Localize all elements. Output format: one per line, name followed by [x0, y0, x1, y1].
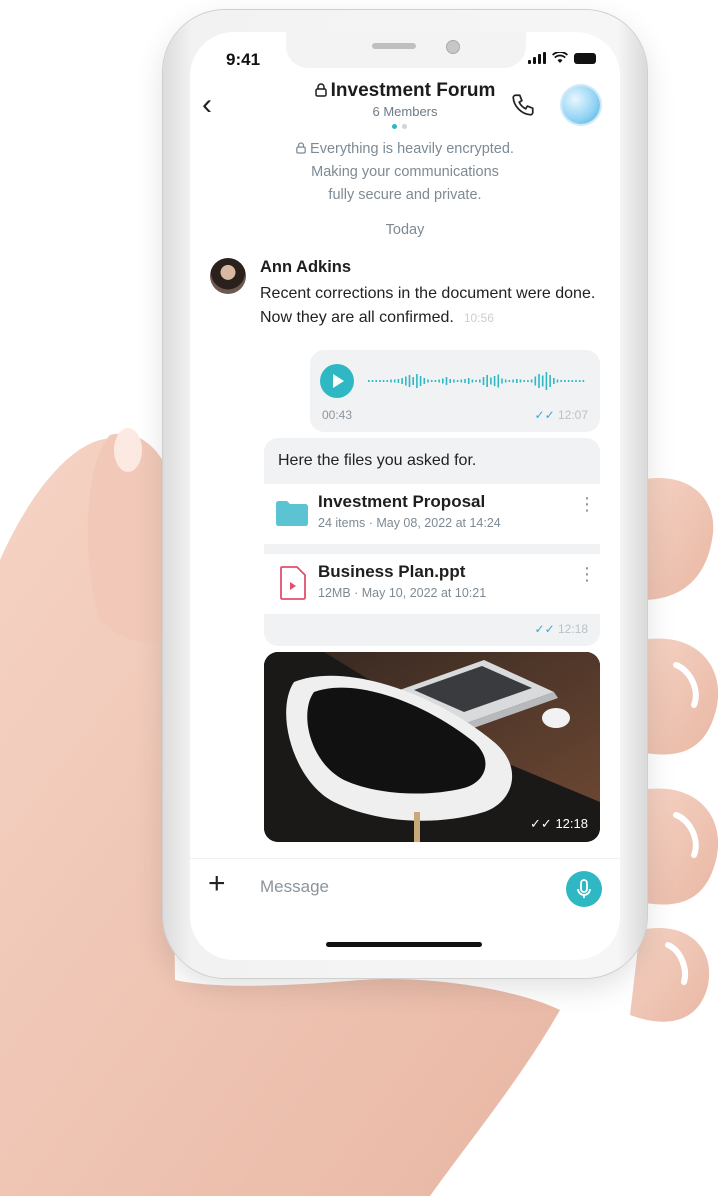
front-camera	[446, 40, 460, 54]
files-time: ✓✓ 12:18	[535, 622, 588, 636]
message-composer: + Message	[190, 858, 620, 917]
message-body: Recent corrections in the document were …	[260, 285, 596, 326]
more-options-icon[interactable]: ⋮	[578, 565, 596, 583]
voice-message[interactable]: 00:43 ✓✓ 12:07	[310, 350, 600, 432]
speaker-grille	[372, 43, 416, 49]
message-input[interactable]: Message	[260, 877, 329, 897]
photo-message[interactable]: ✓✓ 12:18	[264, 652, 600, 842]
voice-time: ✓✓ 12:07	[535, 408, 588, 422]
member-count: 6 Members	[372, 104, 438, 119]
microphone-icon	[577, 879, 591, 898]
file-meta: 24 items · May 08, 2022 at 14:24	[318, 516, 501, 530]
photo-time-text: 12:18	[555, 816, 588, 831]
avatar[interactable]	[210, 258, 246, 294]
lock-icon	[314, 83, 327, 97]
status-icons	[528, 52, 596, 64]
notch	[286, 32, 526, 68]
more-options-icon[interactable]: ⋮	[578, 495, 596, 513]
photo-time: ✓✓ 12:18	[530, 816, 588, 832]
encryption-line-2: Making your communications	[311, 164, 499, 180]
file-item[interactable]: Investment Proposal 24 items · May 08, 2…	[264, 484, 600, 544]
files-caption: Here the files you asked for.	[278, 452, 477, 469]
voice-duration: 00:43	[322, 408, 353, 422]
battery-icon	[574, 53, 596, 64]
add-attachment-icon[interactable]: +	[208, 867, 226, 901]
microphone-button[interactable]	[566, 871, 602, 907]
signal-icon	[528, 52, 546, 64]
waveform	[368, 372, 585, 390]
file-name: Business Plan.ppt	[318, 562, 466, 581]
group-avatar[interactable]	[562, 86, 600, 124]
encryption-line-1: Everything is heavily encrypted.	[310, 141, 514, 157]
message-time: 10:56	[463, 311, 494, 325]
phone-screen: 9:41 ‹ Investment Forum 6 Members Everyt	[190, 32, 620, 960]
read-receipt-icon: ✓✓	[534, 622, 555, 636]
sender-name: Ann Adkins	[260, 258, 352, 276]
encryption-notice: Everything is heavily encrypted. Making …	[250, 138, 560, 207]
date-separator: Today	[385, 222, 425, 238]
chat-title-text: Investment Forum	[330, 80, 496, 101]
files-message: Here the files you asked for. Investment…	[264, 438, 600, 646]
page-indicator	[392, 124, 407, 129]
file-item[interactable]: Business Plan.ppt 12MB · May 10, 2022 at…	[264, 554, 600, 614]
document-icon	[280, 566, 306, 600]
read-receipt-icon: ✓✓	[534, 408, 555, 422]
voice-time-text: 12:07	[557, 408, 588, 422]
play-button[interactable]	[320, 364, 354, 398]
message-text[interactable]: Recent corrections in the document were …	[260, 282, 606, 330]
home-indicator	[326, 942, 482, 947]
phone-icon[interactable]	[510, 92, 536, 118]
file-meta: 12MB · May 10, 2022 at 10:21	[318, 586, 487, 600]
desk-photo	[264, 652, 600, 842]
chat-title[interactable]: Investment Forum	[190, 80, 620, 102]
read-receipt-icon: ✓✓	[530, 816, 552, 831]
lock-icon	[296, 142, 306, 154]
file-name: Investment Proposal	[318, 492, 486, 511]
wifi-icon	[552, 52, 568, 63]
files-time-text: 12:18	[557, 622, 588, 636]
encryption-line-3: fully secure and private.	[328, 187, 482, 203]
folder-icon	[276, 501, 308, 526]
status-time: 9:41	[226, 50, 261, 69]
